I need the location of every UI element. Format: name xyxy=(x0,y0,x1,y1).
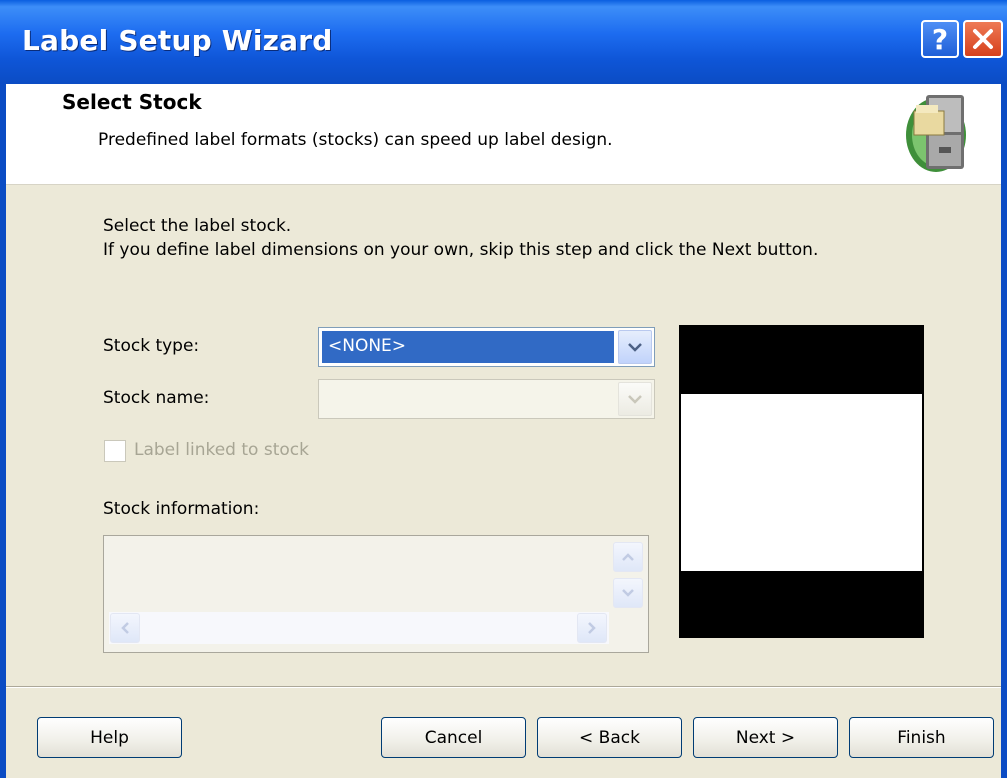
chevron-up-icon xyxy=(622,553,634,561)
help-title-button[interactable]: ? xyxy=(921,20,959,58)
stock-name-label: Stock name: xyxy=(103,388,210,408)
chevron-left-icon xyxy=(121,622,129,634)
stock-name-dropdown-button[interactable] xyxy=(618,382,652,416)
chevron-down-icon xyxy=(628,343,642,352)
stock-information-box[interactable] xyxy=(103,535,649,653)
next-button[interactable]: Next > xyxy=(693,717,838,758)
chevron-right-icon xyxy=(588,622,596,634)
scroll-left-button[interactable] xyxy=(110,613,140,643)
label-linked-checkbox[interactable] xyxy=(104,440,126,462)
file-cabinet-icon xyxy=(906,95,966,172)
chevron-down-icon xyxy=(628,395,642,404)
close-button[interactable] xyxy=(963,20,1003,58)
title-bar[interactable]: Label Setup Wizard ? xyxy=(0,0,1007,84)
back-button[interactable]: < Back xyxy=(537,717,682,758)
window-title: Label Setup Wizard xyxy=(22,24,333,57)
chevron-down-icon xyxy=(622,589,634,597)
stock-type-dropdown-button[interactable] xyxy=(618,330,652,364)
scroll-down-button[interactable] xyxy=(613,578,643,608)
help-button[interactable]: Help xyxy=(37,717,182,758)
label-linked-label: Label linked to stock xyxy=(134,440,309,460)
page-subtitle: Predefined label formats (stocks) can sp… xyxy=(98,130,613,150)
stock-information-label: Stock information: xyxy=(103,499,260,519)
label-preview-area xyxy=(681,394,922,571)
vertical-scrollbar[interactable] xyxy=(613,540,643,610)
scroll-up-button[interactable] xyxy=(613,542,643,572)
button-separator xyxy=(6,686,1001,688)
label-preview xyxy=(679,325,924,638)
stock-type-combo[interactable]: <NONE> xyxy=(318,327,655,367)
stock-name-combo[interactable] xyxy=(318,379,655,419)
stock-type-value: <NONE> xyxy=(322,331,614,363)
cancel-button[interactable]: Cancel xyxy=(381,717,526,758)
stock-type-label: Stock type: xyxy=(103,336,200,356)
scroll-right-button[interactable] xyxy=(577,613,607,643)
instruction-line-1: Select the label stock. xyxy=(103,216,292,236)
finish-button[interactable]: Finish xyxy=(849,717,994,758)
right-border xyxy=(1001,84,1007,778)
close-icon xyxy=(973,29,993,49)
label-setup-wizard-window: Label Setup Wizard ? Select Stock Predef… xyxy=(0,0,1007,778)
left-border xyxy=(0,84,6,778)
horizontal-scrollbar[interactable] xyxy=(109,612,609,644)
page-title: Select Stock xyxy=(62,90,202,114)
instruction-line-2: If you define label dimensions on your o… xyxy=(103,240,819,260)
question-icon: ? xyxy=(931,22,949,56)
wizard-header: Select Stock Predefined label formats (s… xyxy=(6,84,1001,185)
